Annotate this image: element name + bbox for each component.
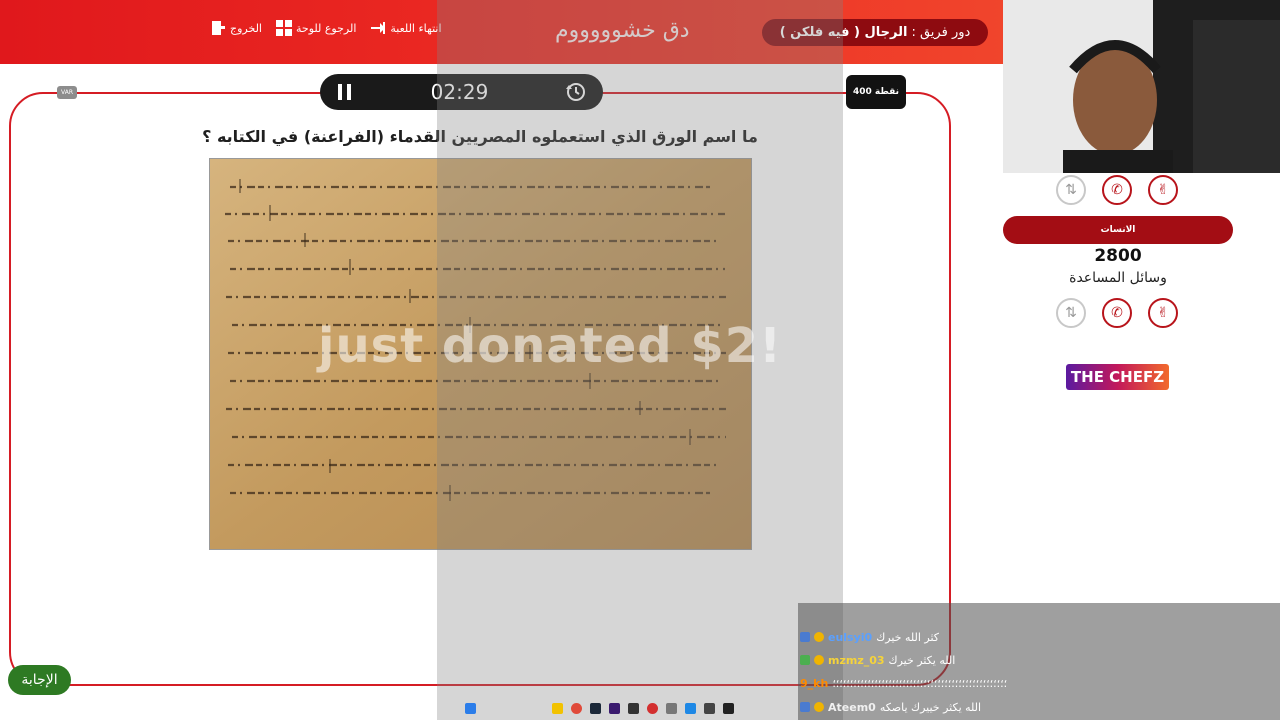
chat-text: الله يكثر خيرك bbox=[888, 653, 956, 667]
swap-help-button[interactable]: ⇅ bbox=[1056, 175, 1086, 205]
chat-text: ؛؛؛؛؛؛؛؛؛؛؛؛؛؛؛؛؛؛؛؛؛؛؛؛؛؛؛؛؛؛؛؛؛؛؛؛؛؛؛؛… bbox=[832, 676, 1008, 690]
os-taskbar bbox=[437, 697, 1280, 720]
vscode-icon[interactable] bbox=[685, 703, 696, 714]
chat-username: eulsyi0 bbox=[828, 630, 873, 644]
game-title: دق خشوووووم bbox=[555, 18, 690, 43]
team-turn-pill: دور فريق : الرجال ( فيه فلكن ) bbox=[762, 19, 988, 46]
chat-username: mzmz_03 bbox=[828, 653, 885, 667]
double-help-button[interactable]: ✌ bbox=[1148, 175, 1178, 205]
chat-message: mzmz_03 الله يكثر خيرك bbox=[798, 650, 1280, 670]
help-tools-label: وسائل المساعدة bbox=[1069, 270, 1167, 286]
victory-hand-icon: ✌ bbox=[1157, 182, 1169, 198]
arrow-end-icon bbox=[371, 22, 386, 34]
chat-text: كثر الله خيرك bbox=[876, 630, 940, 644]
team2-help-row: ⇅ ✆ ✌ bbox=[1056, 298, 1178, 328]
team-turn-label: دور فريق : bbox=[911, 25, 971, 40]
timer-bar: 02:29 bbox=[320, 74, 603, 110]
team-turn-value: الرجال ( فيه فلكن ) bbox=[779, 25, 908, 40]
pause-icon[interactable] bbox=[336, 82, 354, 102]
back-to-board-link[interactable]: الرجوع للوحة bbox=[276, 20, 356, 36]
chat-username: 9_kh bbox=[800, 676, 829, 690]
team2-name-pill: الانسات bbox=[1003, 216, 1233, 244]
app-icon[interactable] bbox=[628, 703, 639, 714]
header-links: الخروج الرجوع للوحة انتهاء اللعبة bbox=[210, 20, 442, 36]
back-to-board-label: الرجوع للوحة bbox=[296, 21, 357, 35]
chat-message: 9_kh ؛؛؛؛؛؛؛؛؛؛؛؛؛؛؛؛؛؛؛؛؛؛؛؛؛؛؛؛؛؛؛؛؛؛؛… bbox=[798, 673, 1280, 693]
end-game-label: انتهاء اللعبة bbox=[390, 21, 442, 35]
swap-icon: ⇅ bbox=[1065, 305, 1077, 321]
grid-board-icon bbox=[276, 20, 292, 36]
settings-icon[interactable] bbox=[666, 703, 677, 714]
chat-badge-icon bbox=[814, 655, 824, 665]
points-badge: 400 نقطة bbox=[846, 75, 906, 109]
steam-icon[interactable] bbox=[590, 703, 601, 714]
var-badge: VAR bbox=[57, 86, 77, 99]
call-help-button-2[interactable]: ✆ bbox=[1102, 298, 1132, 328]
top-header-bar: الخروج الرجوع للوحة انتهاء اللعبة دق خشو… bbox=[0, 0, 1003, 64]
donation-alert: just donated $2! bbox=[318, 318, 783, 374]
answer-button[interactable]: الإجابة bbox=[8, 665, 71, 695]
premiere-icon[interactable] bbox=[609, 703, 620, 714]
swap-help-button-2[interactable]: ⇅ bbox=[1056, 298, 1086, 328]
reset-timer-icon[interactable] bbox=[565, 81, 587, 103]
browser-icon[interactable] bbox=[571, 703, 582, 714]
question-text: ما اسم الورق الذي استعملوه المصريين القد… bbox=[202, 127, 758, 146]
record-icon[interactable] bbox=[647, 703, 658, 714]
exit-link[interactable]: الخروج bbox=[210, 20, 262, 36]
app-icon[interactable] bbox=[704, 703, 715, 714]
windows-start-icon[interactable] bbox=[465, 703, 476, 714]
chat-badge-icon bbox=[800, 655, 810, 665]
exit-label: الخروج bbox=[230, 21, 262, 35]
team1-help-row: ⇅ ✆ ✌ bbox=[1056, 175, 1178, 205]
webcam-picture bbox=[1003, 0, 1280, 173]
webcam-feed bbox=[1003, 0, 1280, 173]
folder-icon[interactable] bbox=[552, 703, 563, 714]
obs-icon[interactable] bbox=[723, 703, 734, 714]
sponsor-logo: THE CHEFZ bbox=[1066, 364, 1169, 390]
swap-icon: ⇅ bbox=[1065, 182, 1077, 198]
team2-score: 2800 bbox=[1094, 246, 1142, 266]
phone-icon: ✆ bbox=[1111, 182, 1123, 198]
end-game-link[interactable]: انتهاء اللعبة bbox=[370, 20, 442, 36]
double-help-button-2[interactable]: ✌ bbox=[1148, 298, 1178, 328]
chat-badge-icon bbox=[814, 632, 824, 642]
victory-hand-icon: ✌ bbox=[1157, 305, 1169, 321]
phone-icon: ✆ bbox=[1111, 305, 1123, 321]
door-exit-icon bbox=[212, 21, 225, 35]
call-help-button[interactable]: ✆ bbox=[1102, 175, 1132, 205]
chat-badge-icon bbox=[800, 632, 810, 642]
chat-message: eulsyi0 كثر الله خيرك bbox=[798, 627, 1280, 647]
timer-value: 02:29 bbox=[430, 80, 489, 104]
